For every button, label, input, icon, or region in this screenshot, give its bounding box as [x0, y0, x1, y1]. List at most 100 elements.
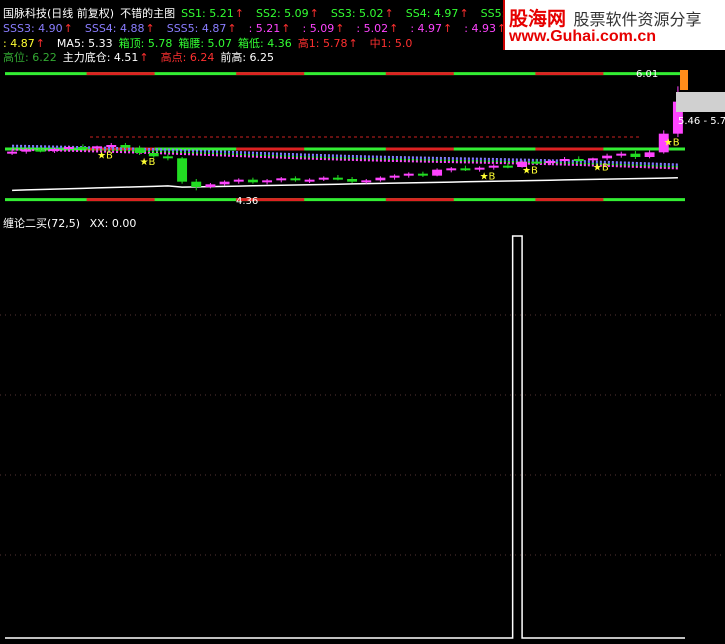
indicator-value: SS3: 5.02↑ [330, 7, 394, 20]
candle-body [318, 177, 329, 180]
candle-body [106, 145, 117, 147]
buy-signal-mark: ★B [664, 138, 680, 149]
up-arrow-icon: ↑ [234, 7, 244, 20]
candle-body [644, 152, 655, 157]
buy-signal-mark: ★B [140, 157, 156, 168]
watermark-slogan: 股票软件资源分享 [573, 10, 702, 29]
candle-body [573, 159, 584, 161]
candle-body [531, 161, 542, 164]
indicator-value: 箱低: 4.36 [238, 37, 292, 50]
candle-body [488, 165, 499, 168]
indicator-value: 不错的主图 [120, 7, 176, 20]
high-marker [680, 70, 688, 90]
buy-signal-mark: ★B [97, 150, 113, 161]
candle-body [403, 173, 414, 176]
up-arrow-icon: ↑ [459, 7, 469, 20]
range-price-label: 5.46 - 5.7 [678, 116, 725, 127]
indicator-value: SSS3: 4.90↑ [3, 22, 73, 35]
indicator-value: : 5.02↑ [356, 22, 399, 35]
indicator-value: SS2: 5.09↑ [255, 7, 319, 20]
buy-signal-mark: ★B [522, 166, 538, 177]
candle-body [432, 169, 443, 176]
candle-body [417, 173, 428, 176]
candle-body [347, 179, 358, 182]
candle-body [630, 153, 641, 157]
up-arrow-icon: ↑ [145, 22, 155, 35]
up-arrow-icon: ↑ [63, 22, 73, 35]
up-arrow-icon: ↑ [281, 22, 291, 35]
buy-signal-mark: ★B [480, 172, 496, 183]
candle-body [276, 178, 287, 181]
watermark-logo: 股海网 股票软件资源分享 www.Guhai.com.cn [503, 0, 725, 50]
indicator-xx: XX: 0.00 [89, 217, 137, 230]
candle-body [205, 184, 216, 187]
range-box [676, 92, 725, 112]
buy-signal-mark: ★B [593, 162, 609, 173]
candle-body [148, 153, 159, 157]
candle-body [191, 181, 202, 187]
high-price-label: 6.01 [636, 69, 659, 80]
candle-body [290, 178, 301, 181]
candle-body [7, 151, 18, 154]
up-arrow-icon: ↑ [309, 7, 319, 20]
candle-body [361, 180, 372, 183]
candle-body [545, 161, 556, 163]
indicator-value: : 5.09↑ [302, 22, 345, 35]
candle-body [233, 179, 244, 182]
header-row-1: 国脉科技(日线 前复权) 不错的主图 SS1: 5.21↑ SS2: 5.09↑ SS3… [3, 6, 522, 22]
candle-body [332, 177, 343, 180]
candle-body [375, 177, 386, 181]
indicator-value: SS1: 5.21↑ [181, 7, 244, 20]
up-arrow-icon: ↑ [227, 22, 237, 35]
candle-body [92, 146, 103, 149]
indicator-value: : 4.87↑ [3, 37, 45, 50]
candle-body [177, 158, 188, 182]
indicator-value: 箱腰: 5.07 [178, 37, 233, 50]
candle-body [77, 147, 88, 149]
indicator-value: 箱顶: 5.78 [118, 37, 173, 50]
indicator-name: 缠论二买(72,5) [3, 217, 81, 230]
watermark-title: 股海网 [509, 8, 567, 30]
candle-body [134, 147, 145, 153]
kline-chart[interactable]: ★B ★B ★B ★B ★B ★B [0, 62, 725, 212]
candle-body [162, 156, 173, 159]
indicator-value: : 4.97↑ [410, 22, 453, 35]
support-line [12, 177, 678, 192]
candle-body [262, 180, 273, 183]
candle-body [304, 179, 315, 182]
up-arrow-icon: ↑ [335, 22, 345, 35]
candle-body [559, 159, 570, 161]
up-arrow-icon: ↑ [348, 37, 358, 50]
indicator-chart[interactable] [0, 230, 725, 644]
indicator-value: SSS5: 4.87↑ [166, 22, 237, 35]
candle-body [602, 155, 613, 159]
candle-body [389, 175, 400, 178]
signal-line [5, 235, 685, 639]
watermark-url: www.Guhai.com.cn [509, 28, 656, 45]
candle-body [502, 165, 513, 168]
candle-body [63, 147, 74, 149]
candle-body [446, 168, 457, 171]
up-arrow-icon: ↑ [389, 22, 399, 35]
candle-body [460, 168, 471, 171]
indicator-value: MA5: 5.33 [56, 37, 113, 50]
candle-body [587, 158, 598, 161]
candle-body [35, 149, 46, 152]
candle-body [247, 179, 258, 183]
indicator-value: SS4: 4.97↑ [405, 7, 469, 20]
indicator-value: SSS4: 4.88↑ [84, 22, 155, 35]
candle-body [21, 149, 32, 152]
up-arrow-icon: ↑ [384, 7, 394, 20]
indicator-value: 中1: 5.0 [369, 37, 413, 50]
up-arrow-icon: ↑ [443, 22, 453, 35]
candle-body [49, 149, 60, 151]
candle-body [120, 145, 131, 148]
candle-body [219, 181, 230, 185]
candle-body [616, 153, 627, 156]
candle-body [474, 167, 485, 170]
low-price-label: 4.36 [236, 196, 259, 207]
up-arrow-icon: ↑ [35, 37, 45, 50]
header-row-2: SSS3: 4.90↑ SSS4: 4.88↑ SSS5: 4.87↑ : 5.21↑… [3, 21, 556, 37]
indicator-value: 国脉科技(日线 前复权) [3, 7, 115, 20]
indicator-value: : 5.21↑ [248, 22, 291, 35]
